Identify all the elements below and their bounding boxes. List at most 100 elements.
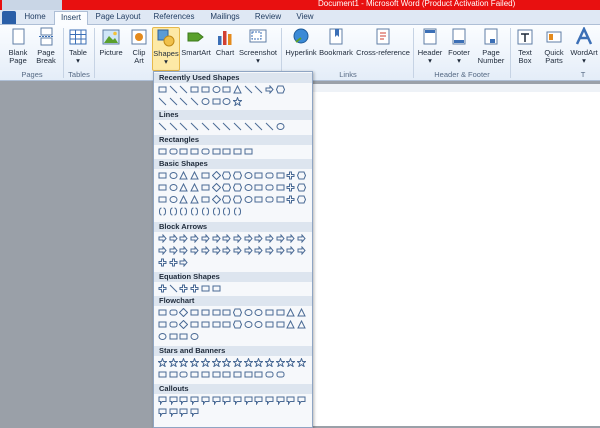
rect-shape-icon[interactable] <box>222 85 231 94</box>
line-shape-icon[interactable] <box>201 122 210 131</box>
line-shape-icon[interactable] <box>169 97 178 106</box>
star-shape-icon[interactable] <box>297 358 307 367</box>
tri-shape-icon[interactable] <box>190 183 199 192</box>
rect-shape-icon[interactable] <box>190 308 199 317</box>
line-shape-icon[interactable] <box>169 85 178 94</box>
hex-shape-icon[interactable] <box>232 308 242 317</box>
tri-shape-icon[interactable] <box>297 320 306 329</box>
arrowR-shape-icon[interactable] <box>222 246 231 255</box>
arrowR-shape-icon[interactable] <box>212 234 221 243</box>
bracket-shape-icon[interactable] <box>201 207 210 216</box>
oval-shape-icon[interactable] <box>244 171 253 180</box>
rect-shape-icon[interactable] <box>169 332 178 341</box>
arrowR-shape-icon[interactable] <box>190 234 199 243</box>
tab-view[interactable]: View <box>290 11 320 24</box>
table-button[interactable]: Table ▾ <box>66 27 90 65</box>
line-shape-icon[interactable] <box>190 97 199 106</box>
hex-shape-icon[interactable] <box>222 171 232 180</box>
rect-shape-icon[interactable] <box>276 320 285 329</box>
rect-shape-icon[interactable] <box>190 320 199 329</box>
rect-shape-icon[interactable] <box>179 332 188 341</box>
round-shape-icon[interactable] <box>169 147 178 156</box>
arrowR-shape-icon[interactable] <box>244 234 253 243</box>
oval-shape-icon[interactable] <box>158 332 167 341</box>
rect-shape-icon[interactable] <box>201 370 210 379</box>
rect-shape-icon[interactable] <box>276 183 285 192</box>
hex-shape-icon[interactable] <box>297 171 307 180</box>
oval-shape-icon[interactable] <box>169 171 178 180</box>
arrowR-shape-icon[interactable] <box>276 234 285 243</box>
plus-shape-icon[interactable] <box>158 284 167 293</box>
rect-shape-icon[interactable] <box>190 147 199 156</box>
quick-parts-button[interactable]: Quick Parts <box>540 27 568 65</box>
plus-shape-icon[interactable] <box>286 183 295 192</box>
plus-shape-icon[interactable] <box>286 171 295 180</box>
rect-shape-icon[interactable] <box>158 195 167 204</box>
oval-shape-icon[interactable] <box>169 183 178 192</box>
callout-shape-icon[interactable] <box>276 396 285 405</box>
rect-shape-icon[interactable] <box>276 195 285 204</box>
callout-shape-icon[interactable] <box>179 396 188 405</box>
rect-shape-icon[interactable] <box>254 183 263 192</box>
line-shape-icon[interactable] <box>169 122 178 131</box>
arrowR-shape-icon[interactable] <box>276 246 285 255</box>
round-shape-icon[interactable] <box>265 171 274 180</box>
round-shape-icon[interactable] <box>169 320 178 329</box>
rect-shape-icon[interactable] <box>158 370 167 379</box>
hex-shape-icon[interactable] <box>232 183 242 192</box>
hex-shape-icon[interactable] <box>222 195 232 204</box>
star-shape-icon[interactable] <box>222 358 232 367</box>
rect-shape-icon[interactable] <box>212 308 221 317</box>
arrowR-shape-icon[interactable] <box>201 234 210 243</box>
tri-shape-icon[interactable] <box>286 320 296 329</box>
line-shape-icon[interactable] <box>244 85 253 94</box>
rect-shape-icon[interactable] <box>201 320 210 329</box>
star-shape-icon[interactable] <box>200 358 210 367</box>
arrowR-shape-icon[interactable] <box>286 234 296 243</box>
rect-shape-icon[interactable] <box>158 171 167 180</box>
rect-shape-icon[interactable] <box>222 370 231 379</box>
callout-shape-icon[interactable] <box>169 408 178 417</box>
rect-shape-icon[interactable] <box>222 147 231 156</box>
rect-shape-icon[interactable] <box>265 320 274 329</box>
star-shape-icon[interactable] <box>168 358 178 367</box>
rect-shape-icon[interactable] <box>276 308 285 317</box>
bracket-shape-icon[interactable] <box>179 207 188 216</box>
callout-shape-icon[interactable] <box>265 396 274 405</box>
round-shape-icon[interactable] <box>265 183 274 192</box>
rect-shape-icon[interactable] <box>265 308 274 317</box>
arrowR-shape-icon[interactable] <box>233 246 242 255</box>
rect-shape-icon[interactable] <box>201 284 210 293</box>
arrowR-shape-icon[interactable] <box>158 234 167 243</box>
arrowR-shape-icon[interactable] <box>297 246 306 255</box>
oval-shape-icon[interactable] <box>244 320 253 329</box>
arrowR-shape-icon[interactable] <box>297 234 306 243</box>
tri-shape-icon[interactable] <box>286 308 296 317</box>
rect-shape-icon[interactable] <box>201 308 210 317</box>
tab-insert[interactable]: Insert <box>54 11 88 26</box>
callout-shape-icon[interactable] <box>179 408 188 417</box>
rect-shape-icon[interactable] <box>158 320 167 329</box>
callout-shape-icon[interactable] <box>190 396 199 405</box>
rect-shape-icon[interactable] <box>233 370 242 379</box>
arrowR-shape-icon[interactable] <box>179 258 189 267</box>
rect-shape-icon[interactable] <box>254 195 263 204</box>
tab-home[interactable]: Home <box>18 11 52 24</box>
chart-button[interactable]: Chart <box>213 27 237 57</box>
rect-shape-icon[interactable] <box>276 171 285 180</box>
callout-shape-icon[interactable] <box>169 396 178 405</box>
line-shape-icon[interactable] <box>179 97 188 106</box>
bracket-shape-icon[interactable] <box>233 207 242 216</box>
star-shape-icon[interactable] <box>265 358 274 367</box>
oval-shape-icon[interactable] <box>244 195 253 204</box>
plus-shape-icon[interactable] <box>190 284 199 293</box>
oval-shape-icon[interactable] <box>169 195 178 204</box>
page-number-button[interactable]: Page Number <box>475 27 507 65</box>
line-shape-icon[interactable] <box>179 85 188 94</box>
rect-shape-icon[interactable] <box>212 370 221 379</box>
rect-shape-icon[interactable] <box>190 370 199 379</box>
oval-shape-icon[interactable] <box>222 97 231 106</box>
line-shape-icon[interactable] <box>233 122 242 131</box>
diamond-shape-icon[interactable] <box>211 171 221 180</box>
star-shape-icon[interactable] <box>232 97 242 106</box>
